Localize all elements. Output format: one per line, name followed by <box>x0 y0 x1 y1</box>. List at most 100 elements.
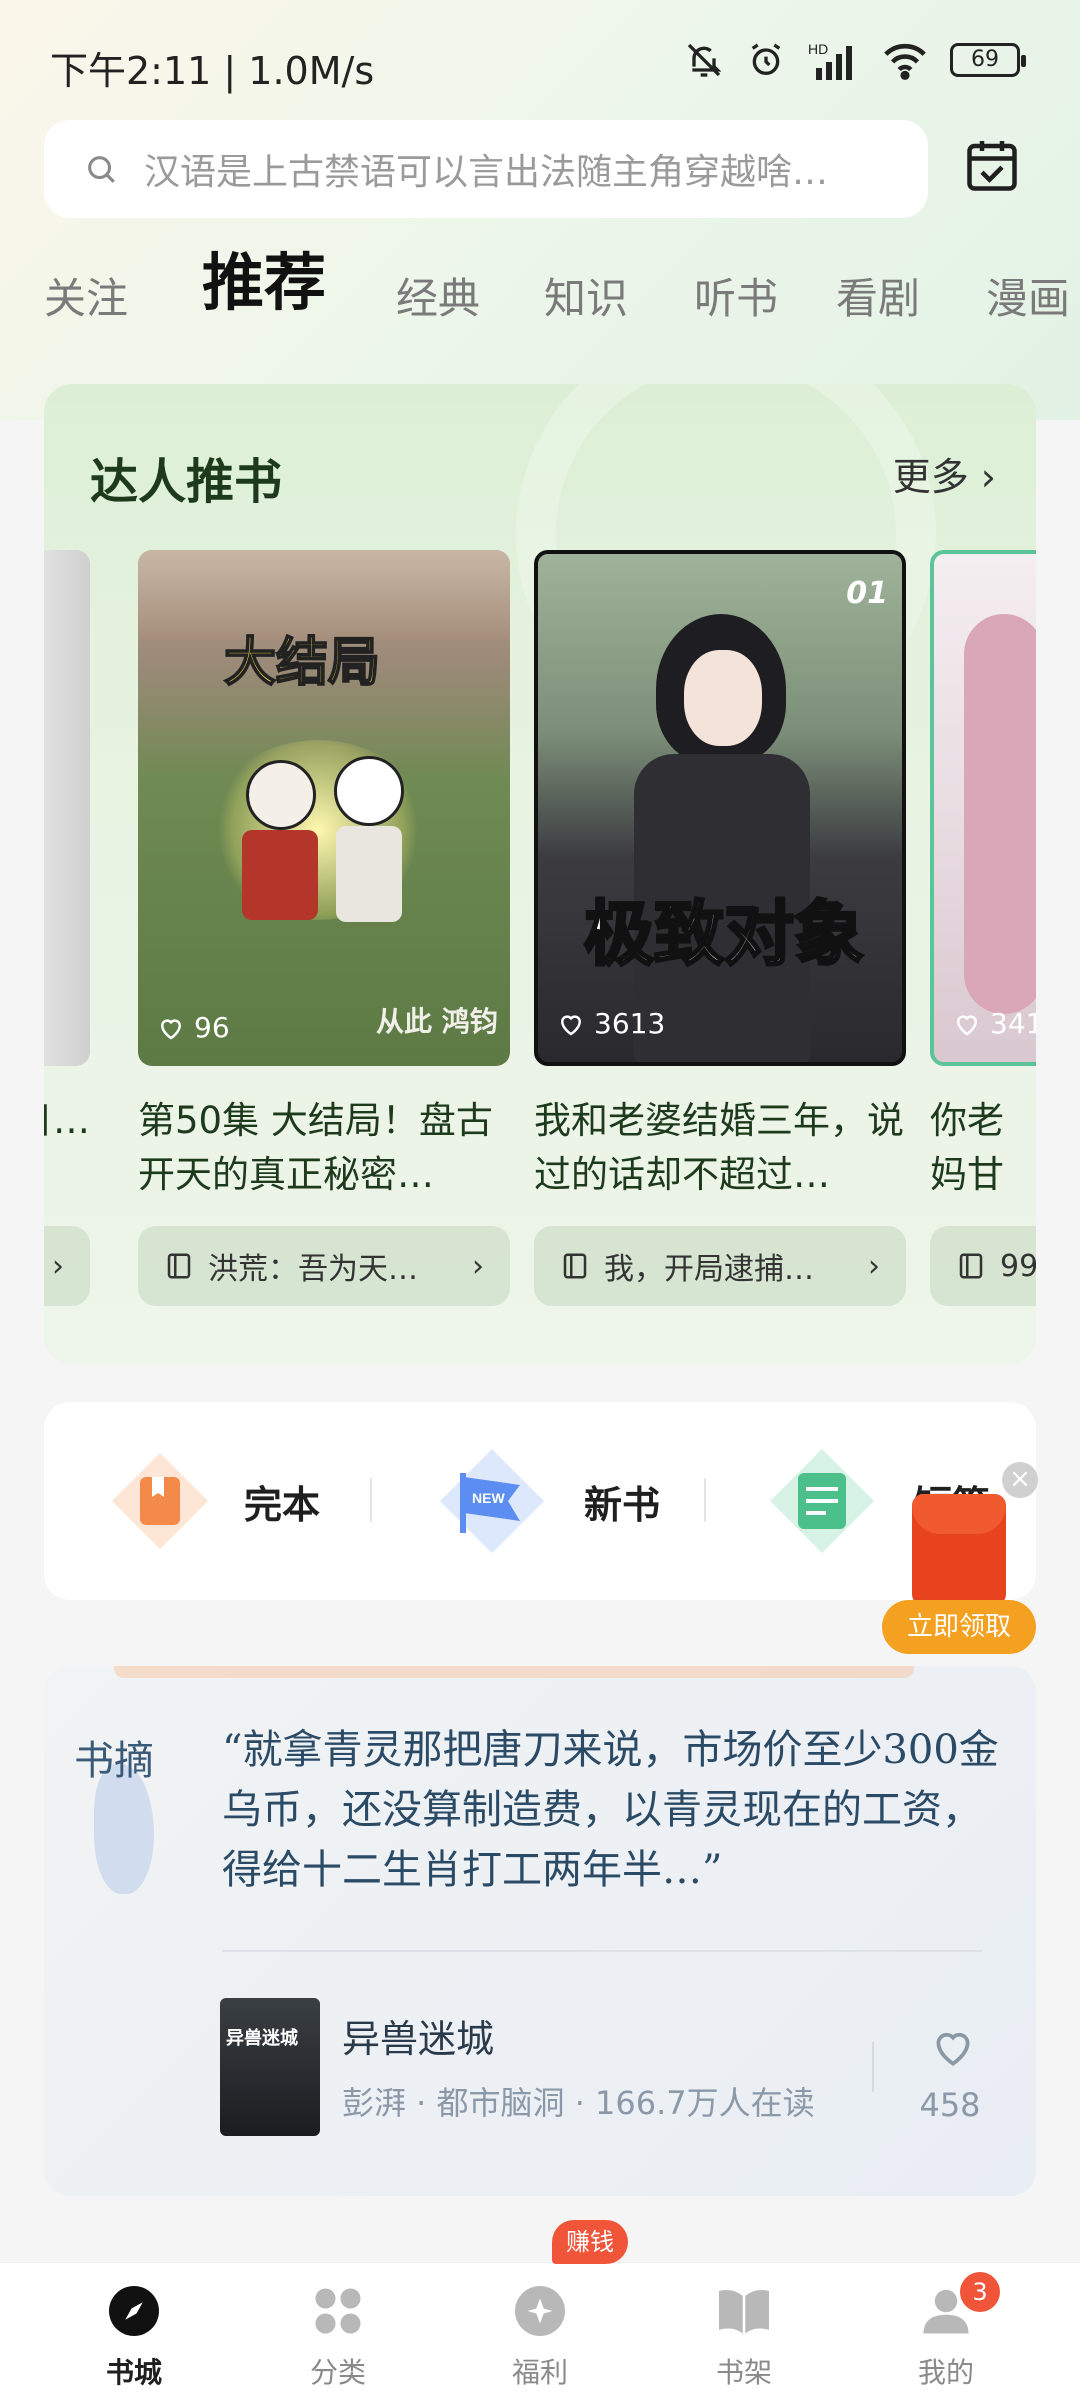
divider <box>370 1478 372 1522</box>
book-cover <box>44 550 90 1066</box>
chevron-right-icon: › <box>472 1248 484 1284</box>
heart-icon <box>560 1014 582 1035</box>
divider <box>872 2042 874 2092</box>
nav-category[interactable]: 分类 <box>268 2281 408 2391</box>
likes-number: 3613 <box>594 1007 666 1040</box>
nav-label: 福利 <box>511 2356 568 2389</box>
chevron-right-icon: › <box>52 1248 64 1284</box>
section-title: 达人推书 <box>90 454 283 510</box>
earn-money-badge: 赚钱 <box>552 2220 628 2264</box>
heart-icon <box>956 1014 978 1035</box>
nav-bookstore[interactable]: 书城 <box>64 2281 204 2391</box>
book-icon <box>959 1253 983 1279</box>
status-bar: 下午2:11 | 1.0M/s HD 69 <box>0 0 1080 120</box>
tab-audiobook[interactable]: 听书 <box>694 265 778 326</box>
bookmark-icon <box>112 1453 208 1549</box>
book-cover[interactable]: 异兽迷城 <box>220 1998 320 2136</box>
category-shortcuts: 完本 NEW 新书 短篇 <box>44 1402 1036 1600</box>
expert-recommend-section: 达人推书 更多 › 要约 日… … › 大结局 从此 鸿钧 <box>44 384 1036 1364</box>
tab-follow[interactable]: 关注 <box>44 265 128 326</box>
tab-recommend[interactable]: 推荐 <box>202 240 326 322</box>
category-label: 完本 <box>244 1482 321 1527</box>
likes-count: 96 <box>156 1011 230 1044</box>
red-packet-widget[interactable] <box>912 1494 1006 1606</box>
book-icon <box>563 1253 587 1279</box>
cover-character <box>246 760 316 830</box>
nav-label: 书城 <box>105 2356 162 2389</box>
more-label: 更多 <box>892 455 969 499</box>
book-icon <box>167 1253 191 1279</box>
category-finished[interactable]: 完本 <box>108 1442 320 1560</box>
calendar-check-icon[interactable] <box>962 136 1022 196</box>
book-excerpt-card[interactable]: 书摘 “就拿青灵那把唐刀来说，市场价至少300金乌币，还没算制造费，以青灵现在的… <box>44 1666 1036 2196</box>
excerpt-quote: “就拿青灵那把唐刀来说，市场价至少300金乌币，还没算制造费，以青灵现在的工资，… <box>222 1727 999 1893</box>
category-new[interactable]: NEW 新书 <box>432 1442 660 1560</box>
book-meta: 彭湃 · 都市脑洞 · 166.7万人在读 <box>342 2084 815 2122</box>
wifi-icon <box>884 43 926 80</box>
book-title: 要约 日… <box>44 1099 90 1142</box>
cover-headline: 大结局 <box>223 632 381 694</box>
book-title: 我和老婆结婚三年，说过的话却不超过… <box>534 1099 904 1196</box>
close-icon[interactable]: × <box>1002 1462 1038 1498</box>
book-cover: 01 极致对象 3613 <box>534 550 906 1066</box>
nav-label: 书架 <box>715 2356 772 2389</box>
cover-character-body <box>336 826 402 922</box>
nav-bookshelf[interactable]: 书架 <box>674 2281 814 2391</box>
bell-off-icon <box>687 43 722 77</box>
cover-character-hair <box>964 614 1036 1014</box>
compass-icon <box>109 2286 159 2336</box>
heart-icon <box>160 1018 182 1039</box>
likes-number: 341 <box>990 1007 1036 1040</box>
book-source-text: 我，开局逮捕… <box>604 1252 814 1287</box>
category-label: 新书 <box>584 1482 661 1527</box>
book-source-chip[interactable]: … › <box>44 1226 90 1306</box>
likes-count: 341 <box>952 1007 1036 1040</box>
book-source-chip[interactable]: 洪荒：吾为天… › <box>138 1226 510 1306</box>
tab-classic[interactable]: 经典 <box>396 265 480 326</box>
battery-indicator: 69 <box>950 43 1026 77</box>
svg-text:HD: HD <box>808 41 828 57</box>
more-link[interactable]: 更多 › <box>893 446 996 501</box>
divider <box>222 1950 982 1952</box>
likes-number: 96 <box>194 1011 230 1044</box>
cover-subtext: 从此 鸿钧 <box>376 1005 498 1038</box>
nav-welfare[interactable]: 福利 <box>470 2281 610 2391</box>
svg-text:NEW: NEW <box>472 1490 505 1506</box>
book-source-text: 洪荒：吾为天… <box>208 1252 418 1287</box>
book-carousel[interactable]: 要约 日… … › 大结局 从此 鸿钧 96 第5 <box>44 550 1036 1350</box>
book-title: 第50集 大结局！盘古开天的真正秘密… <box>138 1099 493 1196</box>
claim-now-button[interactable]: 立即领取 <box>882 1600 1036 1654</box>
tab-drama[interactable]: 看剧 <box>836 265 920 326</box>
chevron-right-icon: › <box>868 1248 880 1284</box>
nav-label: 我的 <box>917 2356 974 2389</box>
decorative-line <box>114 1666 914 1678</box>
book-source-chip[interactable]: 我，开局逮捕… › <box>534 1226 906 1306</box>
book-cover: 大结局 从此 鸿钧 96 <box>138 550 510 1066</box>
tab-bar: 关注 推荐 经典 知识 听书 看剧 漫画 <box>44 240 1080 340</box>
alarm-icon <box>751 43 781 75</box>
cover-title: 异兽迷城 <box>226 2028 298 2049</box>
search-bar[interactable]: 汉语是上古禁语可以言出法随主角穿越啥… <box>44 120 928 218</box>
book-open-icon <box>719 2290 769 2334</box>
search-placeholder: 汉语是上古禁语可以言出法随主角穿越啥… <box>144 152 829 193</box>
book-source-text: 99 <box>1000 1248 1036 1284</box>
likes-count: 458 <box>919 2086 981 2124</box>
tab-comics[interactable]: 漫画 <box>986 265 1070 326</box>
notification-badge: 3 <box>960 2272 1000 2312</box>
gift-icon <box>515 2286 565 2336</box>
book-source-chip[interactable]: 99 <box>930 1226 1036 1306</box>
bottom-navigation: 书城 分类 福利 书架 我的 <box>0 2262 1080 2400</box>
status-time: 下午2:11 | 1.0M/s <box>50 49 375 93</box>
cover-headline: 极致对象 <box>583 892 866 977</box>
likes-count: 3613 <box>556 1007 665 1040</box>
cover-character-body <box>242 830 318 920</box>
chevron-right-icon: › <box>968 455 996 499</box>
flag-new-icon: NEW <box>440 1449 544 1553</box>
excerpt-label: 书摘 <box>74 1738 154 1784</box>
book-title[interactable]: 异兽迷城 <box>342 2008 494 2063</box>
cover-character <box>334 756 404 826</box>
book-cover: 341 <box>930 550 1036 1066</box>
tab-knowledge[interactable]: 知识 <box>544 265 628 326</box>
heart-icon[interactable] <box>928 2022 978 2072</box>
signal-icon: HD <box>808 41 852 80</box>
